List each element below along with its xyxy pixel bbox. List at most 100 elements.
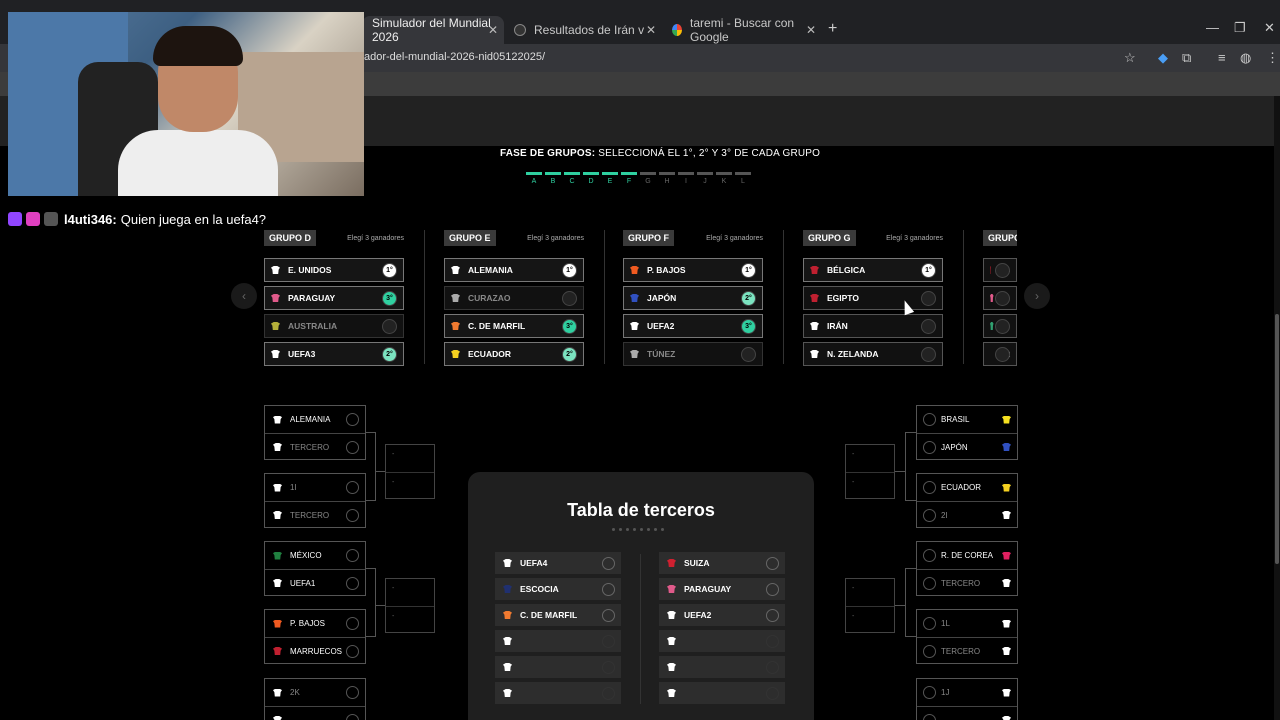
match-team[interactable]: MÉXICO <box>265 542 365 569</box>
team-option[interactable]: C. DE MARFIL 3° <box>444 314 584 338</box>
select-circle[interactable] <box>766 634 779 648</box>
match-team[interactable]: R. DE COREA <box>917 542 1017 569</box>
team-option[interactable]: ES <box>983 258 1017 282</box>
round-slot-team[interactable]: - <box>846 472 894 499</box>
match-team[interactable]: ECUADOR <box>917 474 1017 501</box>
tercero-row[interactable]: SUIZA <box>659 552 785 574</box>
next-arrow-icon[interactable]: › <box>1024 283 1050 309</box>
select-circle[interactable] <box>923 644 936 658</box>
position-toggle[interactable]: 1° <box>562 262 577 278</box>
match-team[interactable]: MARRUECOS <box>265 637 365 664</box>
position-toggle[interactable] <box>995 346 1010 362</box>
round-slot-team[interactable]: - <box>846 606 894 633</box>
match-team[interactable]: 2K <box>265 679 365 706</box>
round-slot-team[interactable]: - <box>386 472 434 499</box>
profile-icon[interactable]: ◍ <box>1240 50 1251 66</box>
match-team[interactable]: JAPÓN <box>917 433 1017 460</box>
team-option[interactable]: JAPÓN 2° <box>623 286 763 310</box>
team-option[interactable]: ALEMANIA 1° <box>444 258 584 282</box>
tercero-row[interactable] <box>495 630 621 652</box>
team-option[interactable]: UR <box>983 342 1017 366</box>
url-text[interactable]: ador-del-mundial-2026-nid05122025/ <box>364 51 545 63</box>
star-icon[interactable]: ☆ <box>1124 50 1136 66</box>
tercero-row[interactable]: UEFA2 <box>659 604 785 626</box>
puzzle-icon[interactable]: ⧉ <box>1182 50 1191 66</box>
select-circle[interactable] <box>346 440 359 454</box>
select-circle[interactable] <box>602 582 615 596</box>
team-option[interactable]: UEFA2 3° <box>623 314 763 338</box>
match-team[interactable]: TERCERO <box>917 637 1017 664</box>
scrollbar[interactable] <box>1274 96 1280 720</box>
position-toggle[interactable]: 2° <box>741 290 756 306</box>
match-team[interactable]: TERCERO <box>265 433 365 460</box>
tercero-row[interactable] <box>659 630 785 652</box>
position-toggle[interactable] <box>995 262 1010 278</box>
menu-icon[interactable]: ⋮ <box>1266 50 1279 66</box>
position-toggle[interactable]: 3° <box>382 290 397 306</box>
select-circle[interactable] <box>602 660 615 674</box>
close-window-icon[interactable]: ✕ <box>1264 20 1275 36</box>
select-circle[interactable] <box>766 660 779 674</box>
select-circle[interactable] <box>923 686 936 699</box>
select-circle[interactable] <box>923 508 936 522</box>
round-slot-team[interactable]: - <box>386 606 434 633</box>
team-option[interactable]: UEFA3 2° <box>264 342 404 366</box>
team-option[interactable]: IRÁN <box>803 314 943 338</box>
select-circle[interactable] <box>602 686 615 700</box>
match-team[interactable]: BRASIL <box>917 406 1017 433</box>
tercero-row[interactable] <box>495 682 621 704</box>
select-circle[interactable] <box>602 608 615 622</box>
position-toggle[interactable]: 3° <box>562 318 577 334</box>
round-slot-team[interactable]: - <box>846 579 894 606</box>
select-circle[interactable] <box>923 576 936 590</box>
match-team[interactable] <box>917 706 1017 720</box>
tercero-row[interactable] <box>659 656 785 678</box>
position-toggle[interactable] <box>741 346 756 362</box>
select-circle[interactable] <box>766 582 779 596</box>
team-option[interactable]: BÉLGICA 1° <box>803 258 943 282</box>
select-circle[interactable] <box>346 617 359 630</box>
select-circle[interactable] <box>766 608 779 622</box>
select-circle[interactable] <box>766 686 779 700</box>
minimize-icon[interactable]: — <box>1206 20 1219 35</box>
select-circle[interactable] <box>346 413 359 426</box>
position-toggle[interactable]: 1° <box>921 262 936 278</box>
team-option[interactable]: E. UNIDOS 1° <box>264 258 404 282</box>
team-option[interactable]: CURAZAO <box>444 286 584 310</box>
tercero-row[interactable]: C. DE MARFIL <box>495 604 621 626</box>
team-option[interactable]: PARAGUAY 3° <box>264 286 404 310</box>
round-slot-team[interactable]: - <box>846 445 894 472</box>
media-icon[interactable]: ≡ <box>1218 50 1226 65</box>
position-toggle[interactable] <box>382 318 397 334</box>
position-toggle[interactable] <box>921 346 936 362</box>
team-option[interactable]: ECUADOR 2° <box>444 342 584 366</box>
tercero-row[interactable]: UEFA4 <box>495 552 621 574</box>
tercero-row[interactable]: PARAGUAY <box>659 578 785 600</box>
tercero-row[interactable] <box>495 656 621 678</box>
team-option[interactable]: A. <box>983 314 1017 338</box>
match-team[interactable]: P. BAJOS <box>265 610 365 637</box>
position-toggle[interactable] <box>995 290 1010 306</box>
match-team[interactable]: UEFA1 <box>265 569 365 596</box>
tercero-row[interactable] <box>659 682 785 704</box>
round-slot-team[interactable]: - <box>386 579 434 606</box>
select-circle[interactable] <box>923 481 936 494</box>
select-circle[interactable] <box>923 713 936 720</box>
position-toggle[interactable] <box>921 290 936 306</box>
close-icon[interactable]: ✕ <box>646 23 656 37</box>
select-circle[interactable] <box>602 634 615 648</box>
team-option[interactable]: AUSTRALIA <box>264 314 404 338</box>
tercero-row[interactable]: ESCOCIA <box>495 578 621 600</box>
new-tab-icon[interactable]: + <box>828 20 837 38</box>
restore-icon[interactable]: ❐ <box>1234 20 1246 36</box>
position-toggle[interactable] <box>562 290 577 306</box>
position-toggle[interactable] <box>995 318 1010 334</box>
scroll-thumb[interactable] <box>1275 314 1279 564</box>
match-team[interactable]: TERCERO <box>265 501 365 528</box>
match-team[interactable]: 1I <box>265 474 365 501</box>
select-circle[interactable] <box>346 549 359 562</box>
select-circle[interactable] <box>346 713 359 720</box>
match-team[interactable]: ALEMANIA <box>265 406 365 433</box>
match-team[interactable]: TERCERO <box>917 569 1017 596</box>
select-circle[interactable] <box>346 644 359 658</box>
